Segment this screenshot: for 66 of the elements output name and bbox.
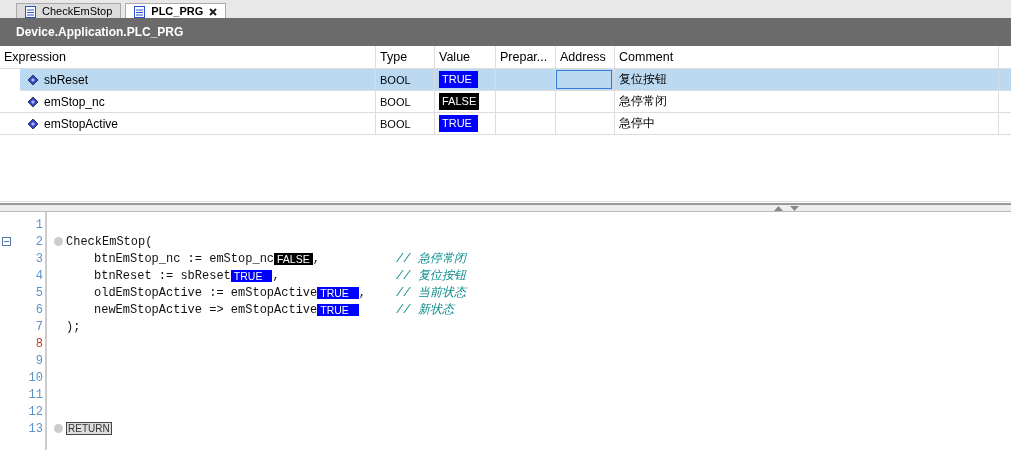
type-text: BOOL (380, 95, 411, 108)
column-header[interactable]: Value (435, 46, 496, 68)
line-number: 2 (35, 234, 43, 249)
code-text: , (358, 285, 367, 300)
inline-value: TRUE (317, 303, 359, 316)
close-icon[interactable] (209, 7, 218, 16)
column-header[interactable]: Type (376, 46, 435, 68)
line-number: 6 (35, 302, 43, 317)
collapse-down-icon[interactable] (790, 205, 799, 211)
code-text: ); (66, 319, 81, 334)
document-icon (134, 5, 146, 18)
variable-icon (28, 118, 38, 129)
value-badge: TRUE (439, 115, 478, 132)
code-text: btnReset := sbReset (94, 268, 231, 283)
expression-text: sbReset (44, 72, 89, 87)
editor-title: Device.Application.PLC_PRG (16, 25, 184, 39)
line-number: 3 (35, 251, 43, 266)
inline-value: FALSE (274, 252, 313, 265)
type-text: BOOL (380, 117, 411, 130)
code-text: CheckEmStop( (66, 234, 153, 249)
breakpoint-marker[interactable] (54, 424, 63, 433)
code-comment: // 复位按钮 (396, 268, 466, 284)
column-header[interactable]: Comment (615, 46, 999, 68)
line-number: 11 (28, 387, 43, 402)
line-number: 1 (35, 217, 43, 232)
collapse-up-icon[interactable] (774, 205, 783, 211)
type-text: BOOL (380, 73, 411, 86)
inline-value: TRUE (230, 269, 273, 282)
code-text: oldEmStopActive := emStopActive (94, 285, 318, 300)
variable-icon (28, 96, 38, 107)
inline-value: TRUE (317, 286, 359, 299)
column-header[interactable]: Expression (0, 46, 376, 68)
line-number: 13 (28, 421, 43, 436)
code-text: btnEmStop_nc := emStop_nc (94, 251, 275, 266)
code-text: , (272, 268, 280, 283)
watch-row[interactable]: emStop_nc BOOL FALSE 急停常闭 (0, 91, 1011, 113)
expression-text: emStopActive (44, 116, 119, 131)
line-number: 7 (35, 319, 43, 334)
line-number: 8 (35, 336, 43, 351)
code-text: newEmStopActive => emStopActive (94, 302, 318, 317)
line-number: 9 (35, 353, 43, 368)
watch-row[interactable]: sbReset BOOL TRUE 复位按钮 (20, 69, 1011, 91)
value-badge: FALSE (439, 93, 480, 110)
line-number: 5 (35, 285, 43, 300)
code-comment: // 新状态 (396, 302, 454, 318)
code-text: , (312, 251, 320, 266)
breakpoint-marker[interactable] (54, 237, 63, 246)
line-number: 10 (28, 370, 43, 385)
comment-text: 复位按钮 (619, 71, 667, 88)
comment-text: 急停中 (619, 115, 655, 132)
line-number: 12 (28, 404, 43, 419)
expression-text: emStop_nc (44, 94, 105, 109)
column-header[interactable]: Prepar... (496, 46, 556, 68)
comment-text: 急停常闭 (619, 93, 667, 110)
column-header[interactable]: Address (556, 46, 615, 68)
watch-row[interactable]: emStopActive BOOL TRUE 急停中 (0, 113, 1011, 135)
code-comment: // 急停常闭 (396, 251, 466, 267)
code-comment: // 当前状态 (396, 285, 466, 301)
value-badge: TRUE (439, 71, 478, 88)
fold-icon[interactable] (2, 237, 11, 246)
variable-icon (28, 74, 38, 85)
editor-tab[interactable]: CheckEmStop (16, 3, 122, 18)
return-keyword: RETURN (66, 422, 112, 435)
line-number: 4 (35, 268, 43, 283)
document-icon (25, 5, 36, 18)
editor-tab[interactable]: PLC_PRG (125, 3, 227, 18)
